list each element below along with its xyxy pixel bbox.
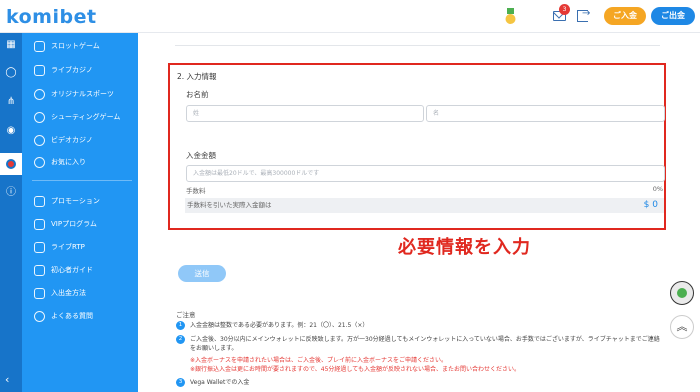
withdraw-button[interactable]: ご出金 [651, 7, 695, 25]
sidebar-item-promotion[interactable]: プロモーション [34, 194, 100, 208]
fee-label: 手数料 [186, 187, 206, 195]
sidebar-item-label: オリジナルスポーツ [51, 90, 114, 98]
sidebar-item-faq[interactable]: よくある質問 [34, 309, 93, 323]
warning-text: ※入金ボーナスを申請されたい場合は、ご入金後、プレイ前に入金ボーナスをご申請くだ… [190, 357, 448, 364]
slot-icon [34, 40, 45, 52]
amount-label: 入金金額 [186, 151, 216, 160]
net-amount-label: 手数料を引いた実際入金額は [187, 201, 272, 209]
sidebar-item-label: プロモーション [51, 197, 100, 205]
sidebar-divider [32, 180, 132, 181]
deposit-button[interactable]: ご入金 [604, 7, 646, 25]
info-icon[interactable]: ⓘ [5, 187, 17, 199]
name-label: お名前 [186, 90, 209, 99]
warning-text: ※銀行振込入金は更にお時間が要されますので、45分経過しても入金額が反映されない… [190, 366, 520, 373]
rtp-icon [34, 241, 45, 253]
chat-character-icon[interactable] [670, 281, 694, 305]
last-name-input[interactable]: 姓 [186, 105, 424, 122]
note-text: 入金金額は整数である必要があります。例：21（〇）、21.5（×） [190, 322, 369, 329]
vip-medal-icon[interactable] [505, 8, 516, 25]
collapse-icon[interactable]: ‹ [5, 373, 9, 386]
mail-badge: 3 [559, 4, 570, 15]
note-item: 3 Vega Walletでの入金 [176, 378, 660, 387]
faq-icon [34, 310, 45, 322]
sidebar-item-shooting[interactable]: シューティングゲーム [34, 110, 120, 124]
main-content: 2. 入力情報 お名前 姓 名 入金金額 入金額は最低20ドルで、最高30000… [138, 33, 700, 392]
language-flag-icon[interactable] [0, 153, 22, 175]
note-text: ご入金後、30分以内にメインウォレットに反映致します。万が一30分経過してもメイ… [190, 336, 660, 352]
sidebar-item-video-casino[interactable]: ビデオカジノ [34, 133, 93, 147]
user-icon[interactable]: ◯ [5, 67, 17, 79]
fee-row: 手数料 0% [186, 185, 666, 195]
note-number: 2 [176, 335, 185, 344]
note-text: Vega Walletでの入金 [190, 379, 250, 386]
scroll-top-icon[interactable]: ︽ [670, 315, 694, 339]
share-icon[interactable]: ⋔ [5, 96, 17, 108]
vip-icon [34, 218, 45, 230]
guide-icon [34, 264, 45, 276]
grid-icon[interactable]: ▦ [5, 39, 17, 51]
sidebar-item-label: シューティングゲーム [51, 113, 121, 121]
sidebar: スロットゲーム ライブカジノ オリジナルスポーツ シューティングゲーム ビデオカ… [22, 33, 138, 392]
note-item: 2 ご入金後、30分以内にメインウォレットに反映致します。万が一30分経過しても… [176, 335, 660, 353]
live-casino-icon [34, 64, 45, 76]
sidebar-item-payment[interactable]: 入出金方法 [34, 286, 86, 300]
sidebar-item-favorites[interactable]: お気に入り [34, 155, 86, 169]
flag-icon[interactable]: ◉ [5, 125, 17, 137]
amount-input[interactable]: 入金額は最低20ドルで、最高300000ドルです [186, 165, 665, 182]
top-header: komibet 3 ご入金 ご出金 [0, 0, 700, 33]
section-title: 2. 入力情報 [177, 72, 217, 81]
note-number: 3 [176, 378, 185, 387]
sidebar-item-label: よくある質問 [51, 312, 93, 320]
notes-title: ご注意 [176, 311, 196, 319]
input-info-section: 2. 入力情報 お名前 姓 名 入金金額 入金額は最低20ドルで、最高30000… [168, 63, 666, 230]
note-number: 1 [176, 321, 185, 330]
note-item: 1 入金金額は整数である必要があります。例：21（〇）、21.5（×） [176, 321, 660, 330]
icon-rail: ▦ ◯ ⋔ ◉ ⓘ ‹ [0, 33, 22, 392]
sidebar-item-label: 初心者ガイド [51, 266, 93, 274]
sports-icon [34, 88, 45, 100]
sidebar-item-label: スロットゲーム [51, 42, 100, 50]
sidebar-item-label: VIPプログラム [51, 220, 97, 228]
sidebar-item-guide[interactable]: 初心者ガイド [34, 263, 93, 277]
sidebar-item-label: ライブカジノ [51, 66, 93, 74]
submit-button[interactable]: 送信 [178, 265, 226, 282]
first-name-input[interactable]: 名 [426, 105, 665, 122]
video-casino-icon [34, 134, 45, 146]
sidebar-item-label: お気に入り [51, 158, 86, 166]
sidebar-item-vip[interactable]: VIPプログラム [34, 217, 97, 231]
sidebar-item-label: 入出金方法 [51, 289, 86, 297]
payment-icon [34, 287, 45, 299]
sidebar-item-slots[interactable]: スロットゲーム [34, 39, 100, 53]
net-amount-value: $ 0 [643, 200, 658, 210]
annotation-text: 必要情報を入力 [398, 237, 531, 258]
favorite-icon [34, 156, 45, 168]
divider [175, 45, 660, 46]
sidebar-item-sports[interactable]: オリジナルスポーツ [34, 87, 114, 101]
net-amount-row: 手数料を引いた実際入金額は $ 0 [185, 198, 664, 213]
sidebar-item-rtp[interactable]: ライブRTP [34, 240, 85, 254]
shooting-icon [34, 111, 45, 123]
site-logo[interactable]: komibet [6, 6, 97, 28]
promotion-icon [34, 195, 45, 207]
sidebar-item-label: ビデオカジノ [51, 136, 93, 144]
fee-value: 0% [652, 185, 663, 193]
sidebar-item-live-casino[interactable]: ライブカジノ [34, 63, 93, 77]
sidebar-item-label: ライブRTP [51, 243, 85, 251]
logout-icon[interactable] [577, 8, 590, 22]
